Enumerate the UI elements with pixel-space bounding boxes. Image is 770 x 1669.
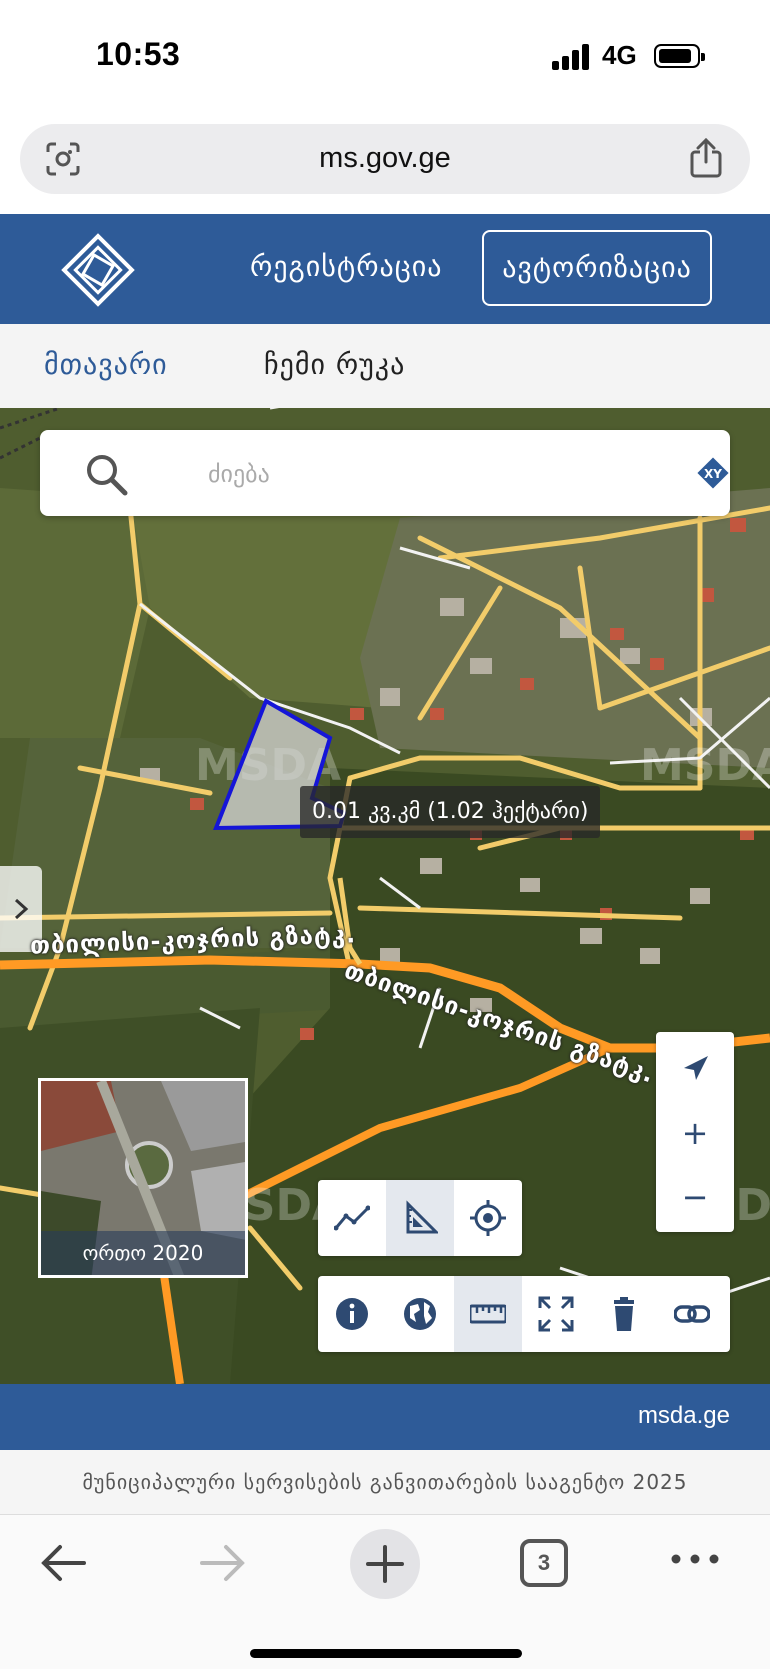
- fullscreen-button[interactable]: [522, 1276, 590, 1352]
- address-bar[interactable]: ms.gov.ge: [20, 124, 750, 194]
- site-footer: msda.ge: [0, 1384, 770, 1450]
- new-tab-button[interactable]: [350, 1529, 420, 1599]
- battery-icon: [654, 44, 705, 68]
- area-measurement-tooltip: 0.01 კვ.კმ (1.02 ჰექტარი): [300, 786, 601, 838]
- map-view[interactable]: MSDA MSDA MSDA MSDA XY 0.01 კვ.კმ (1.02 …: [0, 408, 770, 1384]
- site-header: რეგისტრაცია ავტორიზაცია: [0, 214, 770, 324]
- locate-me-button[interactable]: [656, 1036, 734, 1102]
- info-button[interactable]: [318, 1276, 386, 1352]
- search-input[interactable]: [208, 452, 648, 496]
- area-measure-icon: [406, 1200, 438, 1234]
- tab-my-map[interactable]: ჩემი რუკა: [264, 348, 405, 381]
- map-toolbar: [318, 1276, 730, 1352]
- line-measure-icon: [334, 1205, 370, 1231]
- map-watermark-2: MSDA: [640, 740, 770, 791]
- agency-logo[interactable]: [60, 232, 136, 308]
- globe-button[interactable]: [386, 1276, 454, 1352]
- browser-toolbar: 3: [0, 1514, 770, 1669]
- xy-coordinates-button[interactable]: XY: [696, 456, 730, 490]
- more-menu-icon[interactable]: [670, 1549, 720, 1569]
- globe-icon: [404, 1298, 436, 1330]
- login-button[interactable]: ავტორიზაცია: [482, 230, 712, 306]
- share-icon[interactable]: [688, 138, 724, 178]
- tab-switcher-button[interactable]: 3: [520, 1539, 568, 1587]
- clock: 10:53: [96, 36, 181, 72]
- forward-arrow-icon[interactable]: [200, 1543, 246, 1583]
- measure-toolbar: [318, 1180, 522, 1256]
- ruler-button[interactable]: [454, 1276, 522, 1352]
- plus-icon: [366, 1545, 404, 1583]
- footer-domain-link[interactable]: msda.ge: [638, 1402, 730, 1430]
- info-icon: [336, 1298, 368, 1330]
- status-bar: 10:53 4G: [0, 0, 770, 110]
- share-link-button[interactable]: [658, 1276, 726, 1352]
- ruler-icon: [470, 1304, 506, 1324]
- nav-tabs: მთავარი ჩემი რუკა: [0, 324, 770, 408]
- crosshair-icon: [470, 1200, 506, 1236]
- signal-icon: [552, 44, 592, 70]
- area-measure-button[interactable]: [386, 1180, 454, 1256]
- home-indicator: [250, 1649, 522, 1658]
- map-search: XY: [40, 430, 730, 516]
- search-icon[interactable]: [84, 452, 128, 496]
- locate-point-button[interactable]: [454, 1180, 522, 1256]
- tab-main[interactable]: მთავარი: [44, 348, 168, 381]
- navigation-arrow-icon: [684, 1056, 708, 1080]
- copyright-text: მუნიციპალური სერვისების განვითარების საა…: [0, 1450, 770, 1514]
- network-type: 4G: [602, 40, 637, 70]
- url-text: ms.gov.ge: [319, 142, 451, 174]
- link-icon: [674, 1305, 710, 1323]
- line-measure-button[interactable]: [318, 1180, 386, 1256]
- basemap-caption: ორთო 2020: [41, 1231, 245, 1275]
- fullscreen-icon: [538, 1296, 574, 1332]
- back-arrow-icon[interactable]: [40, 1543, 86, 1583]
- basemap-switcher[interactable]: ორთო 2020: [38, 1078, 248, 1278]
- delete-button[interactable]: [590, 1276, 658, 1352]
- trash-icon: [614, 1297, 634, 1331]
- zoom-in-button[interactable]: +: [656, 1100, 734, 1166]
- xy-label: XY: [704, 467, 722, 481]
- zoom-out-button[interactable]: −: [656, 1164, 734, 1230]
- map-zoom-controls: + −: [656, 1032, 734, 1232]
- register-link[interactable]: რეგისტრაცია: [250, 250, 442, 283]
